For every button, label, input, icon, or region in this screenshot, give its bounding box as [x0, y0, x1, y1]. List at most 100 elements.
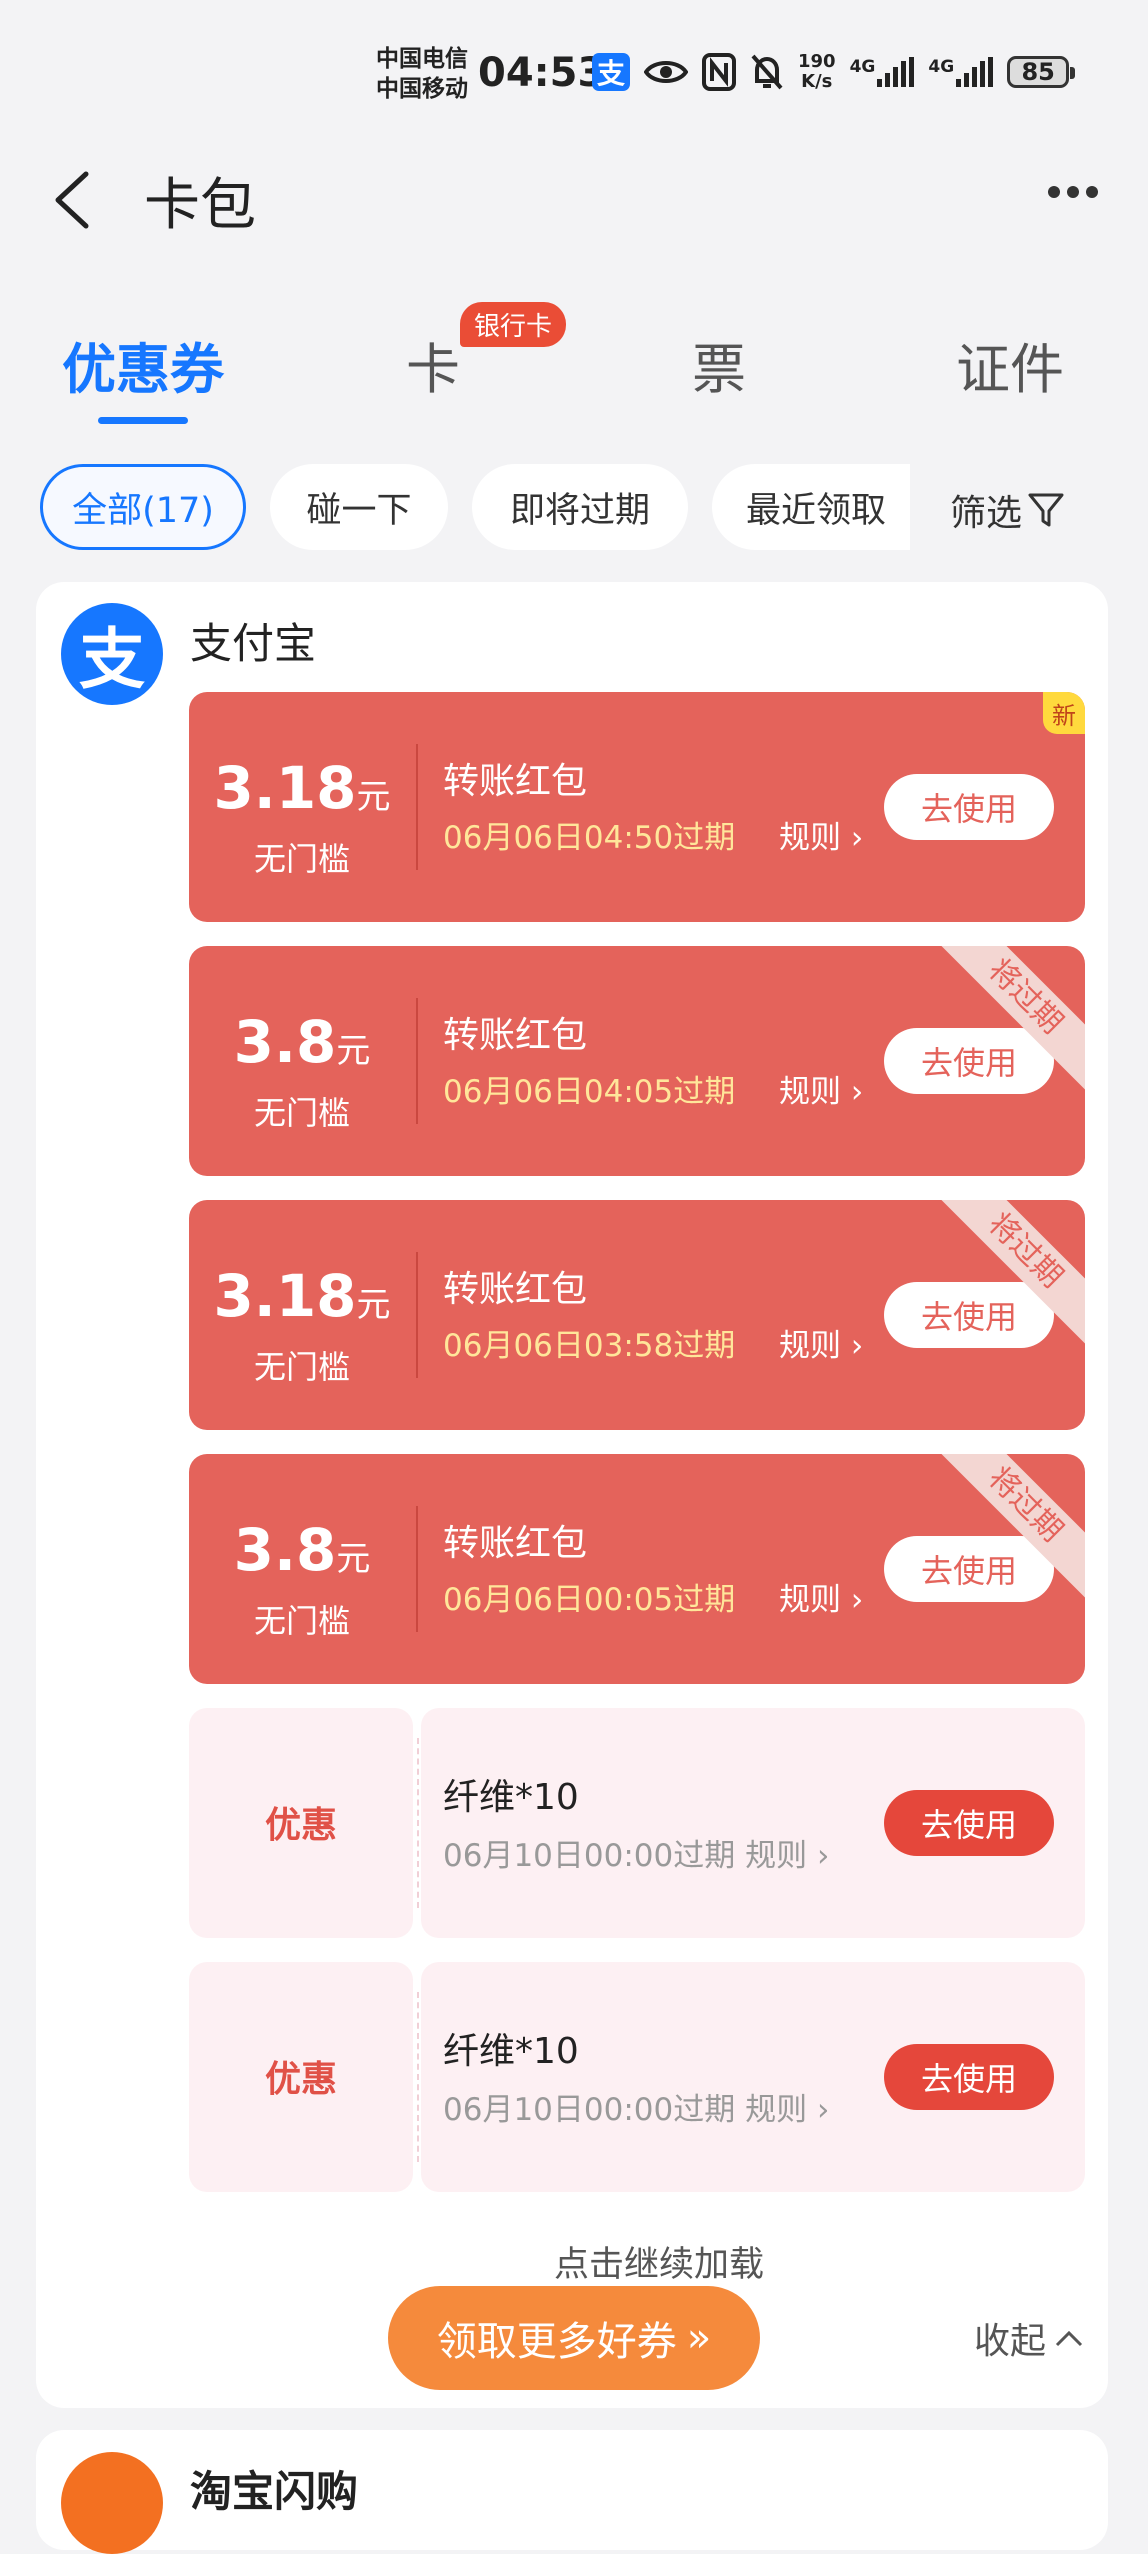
coupon-item[interactable]: 3.8元 无门槛 转账红包 06月06日04:05过期 规则 › 去使用 将过期: [189, 946, 1085, 1176]
coupon-expiry: 06月10日00:00过期 规则 ›: [443, 1830, 829, 1875]
coupon-divider: [416, 998, 418, 1124]
double-chevron-right-icon: »: [686, 2315, 712, 2361]
status-time: 04:53: [478, 50, 606, 96]
coupon-amount: 3.8元: [189, 1516, 415, 1584]
chevron-right-icon: ›: [816, 1838, 830, 1874]
coupon-name: 纤维*10: [443, 1777, 579, 1818]
signal-1-label: 4G: [849, 57, 876, 77]
coupon-item[interactable]: 3.8元 无门槛 转账红包 06月06日00:05过期 规则 › 去使用 将过期: [189, 1454, 1085, 1684]
coupon-rule-link[interactable]: 规则 ›: [779, 1320, 863, 1365]
coupon-rule-link[interactable]: 规则 ›: [745, 2092, 829, 2128]
signal-2-label: 4G: [928, 57, 955, 77]
use-coupon-button[interactable]: 去使用: [884, 774, 1054, 840]
nfc-icon: [702, 53, 736, 91]
battery-icon: 85: [1007, 56, 1076, 88]
coupon-divider: [416, 1506, 418, 1632]
merchant-name: 支付宝: [190, 619, 317, 668]
coupon-divider: [416, 1252, 418, 1378]
use-coupon-button[interactable]: 去使用: [884, 1282, 1054, 1348]
coupon-expiry-text: 06月10日00:00过期: [443, 2092, 736, 2128]
coupon-amount-unit: 元: [336, 1539, 371, 1579]
coupon-item[interactable]: 3.18元 无门槛 转账红包 06月06日04:50过期 规则 › 去使用 新: [189, 692, 1085, 922]
coupon-expiry: 06月06日04:05过期: [443, 1074, 736, 1110]
chevron-up-icon: [1055, 2330, 1083, 2347]
merchant-name: 淘宝闪购: [190, 2467, 359, 2516]
coupon-rule-link[interactable]: 规则 ›: [779, 812, 863, 857]
use-coupon-button[interactable]: 去使用: [884, 2044, 1054, 2110]
coupon-divider: [416, 744, 418, 870]
more-options-icon[interactable]: [1048, 186, 1098, 198]
chevron-right-icon: ›: [850, 1074, 864, 1110]
page-title: 卡包: [144, 173, 256, 238]
status-icons: 支 190 K/s 4G 4G 85: [592, 52, 1076, 92]
back-arrow-icon[interactable]: [50, 170, 94, 230]
coupon-amount-unit: 元: [356, 1285, 391, 1325]
load-more-link[interactable]: 点击继续加载: [0, 2236, 1148, 2287]
tab-cards[interactable]: 卡: [406, 325, 460, 404]
tab-coupons[interactable]: 优惠券: [62, 325, 224, 404]
collapse-button[interactable]: 收起: [974, 2312, 1084, 2364]
coupon-threshold: 无门槛: [253, 1602, 350, 1640]
coupon-amount-value: 3.8: [233, 1516, 337, 1584]
filter-chip-tap[interactable]: 碰一下: [270, 464, 448, 550]
coupon-rule-link[interactable]: 规则 ›: [745, 1838, 829, 1874]
coupon-expiry: 06月06日00:05过期: [443, 1582, 736, 1618]
carrier-names: 中国电信 中国移动: [376, 44, 468, 104]
coupon-threshold: 无门槛: [253, 1348, 350, 1386]
filter-label: 筛选: [950, 493, 1023, 534]
coupon-amount-unit: 元: [336, 1031, 371, 1071]
coupon-rule-label: 规则: [779, 1582, 841, 1618]
net-speed-unit: K/s: [801, 71, 833, 92]
filter-chip-all[interactable]: 全部(17): [40, 464, 246, 550]
net-speed-value: 190: [798, 51, 836, 72]
alipay-notification-icon: 支: [592, 53, 630, 91]
taobao-flash-logo-icon: [61, 2452, 163, 2554]
coupon-item[interactable]: 优惠 纤维*10 06月10日00:00过期 规则 › 去使用: [189, 1708, 1085, 1938]
use-coupon-button[interactable]: 去使用: [884, 1790, 1054, 1856]
tab-documents[interactable]: 证件: [956, 325, 1064, 404]
coupon-name: 纤维*10: [443, 2031, 579, 2072]
coupon-amount: 3.18元: [189, 1262, 415, 1330]
carrier-1: 中国电信: [376, 46, 468, 72]
coupon-rule-label: 规则: [779, 1074, 841, 1110]
coupon-amount-value: 3.18: [213, 1262, 357, 1330]
get-more-coupons-button[interactable]: 领取更多好券 »: [388, 2286, 760, 2390]
coupon-name: 转账红包: [443, 1015, 588, 1056]
new-badge: 新: [1043, 692, 1085, 734]
signal-2: 4G: [928, 57, 994, 87]
filter-chip-recent[interactable]: 最近领取: [712, 464, 910, 550]
coupon-type-label: 优惠: [264, 1805, 337, 1846]
filter-chip-expiring[interactable]: 即将过期: [472, 464, 688, 550]
coupon-threshold: 无门槛: [253, 840, 350, 878]
funnel-icon: [1028, 493, 1064, 527]
use-coupon-button[interactable]: 去使用: [884, 1028, 1054, 1094]
coupon-item[interactable]: 3.18元 无门槛 转账红包 06月06日03:58过期 规则 › 去使用 将过…: [189, 1200, 1085, 1430]
coupon-expiry: 06月06日04:50过期: [443, 820, 736, 856]
alipay-logo-icon: 支: [61, 603, 163, 705]
coupon-expiry: 06月06日03:58过期: [443, 1328, 736, 1364]
coupon-name: 转账红包: [443, 1269, 588, 1310]
coupon-name: 转账红包: [443, 761, 588, 802]
coupon-rule-link[interactable]: 规则 ›: [779, 1066, 863, 1111]
coupon-rule-link[interactable]: 规则 ›: [779, 1574, 863, 1619]
coupon-item[interactable]: 优惠 纤维*10 06月10日00:00过期 规则 › 去使用: [189, 1962, 1085, 2192]
get-more-label: 领取更多好券: [436, 2319, 677, 2365]
collapse-label: 收起: [974, 2321, 1047, 2362]
coupon-amount: 3.8元: [189, 1008, 415, 1076]
coupon-name: 转账红包: [443, 1523, 588, 1564]
signal-bars-icon: [877, 57, 915, 87]
tab-tickets[interactable]: 票: [692, 325, 746, 404]
signal-bars-icon: [956, 57, 994, 87]
coupon-divider: [417, 1738, 419, 1908]
mute-bell-icon: [751, 54, 783, 90]
chevron-right-icon: ›: [816, 2092, 830, 2128]
chevron-right-icon: ›: [850, 820, 864, 856]
chevron-right-icon: ›: [850, 1328, 864, 1364]
filter-button[interactable]: 筛选: [950, 484, 1066, 536]
coupon-divider: [417, 1992, 419, 2162]
coupon-rule-label: 规则: [745, 1838, 808, 1874]
coupon-amount: 3.18元: [189, 754, 415, 822]
net-speed: 190 K/s: [798, 52, 836, 92]
use-coupon-button[interactable]: 去使用: [884, 1536, 1054, 1602]
coupon-amount-value: 3.18: [213, 754, 357, 822]
